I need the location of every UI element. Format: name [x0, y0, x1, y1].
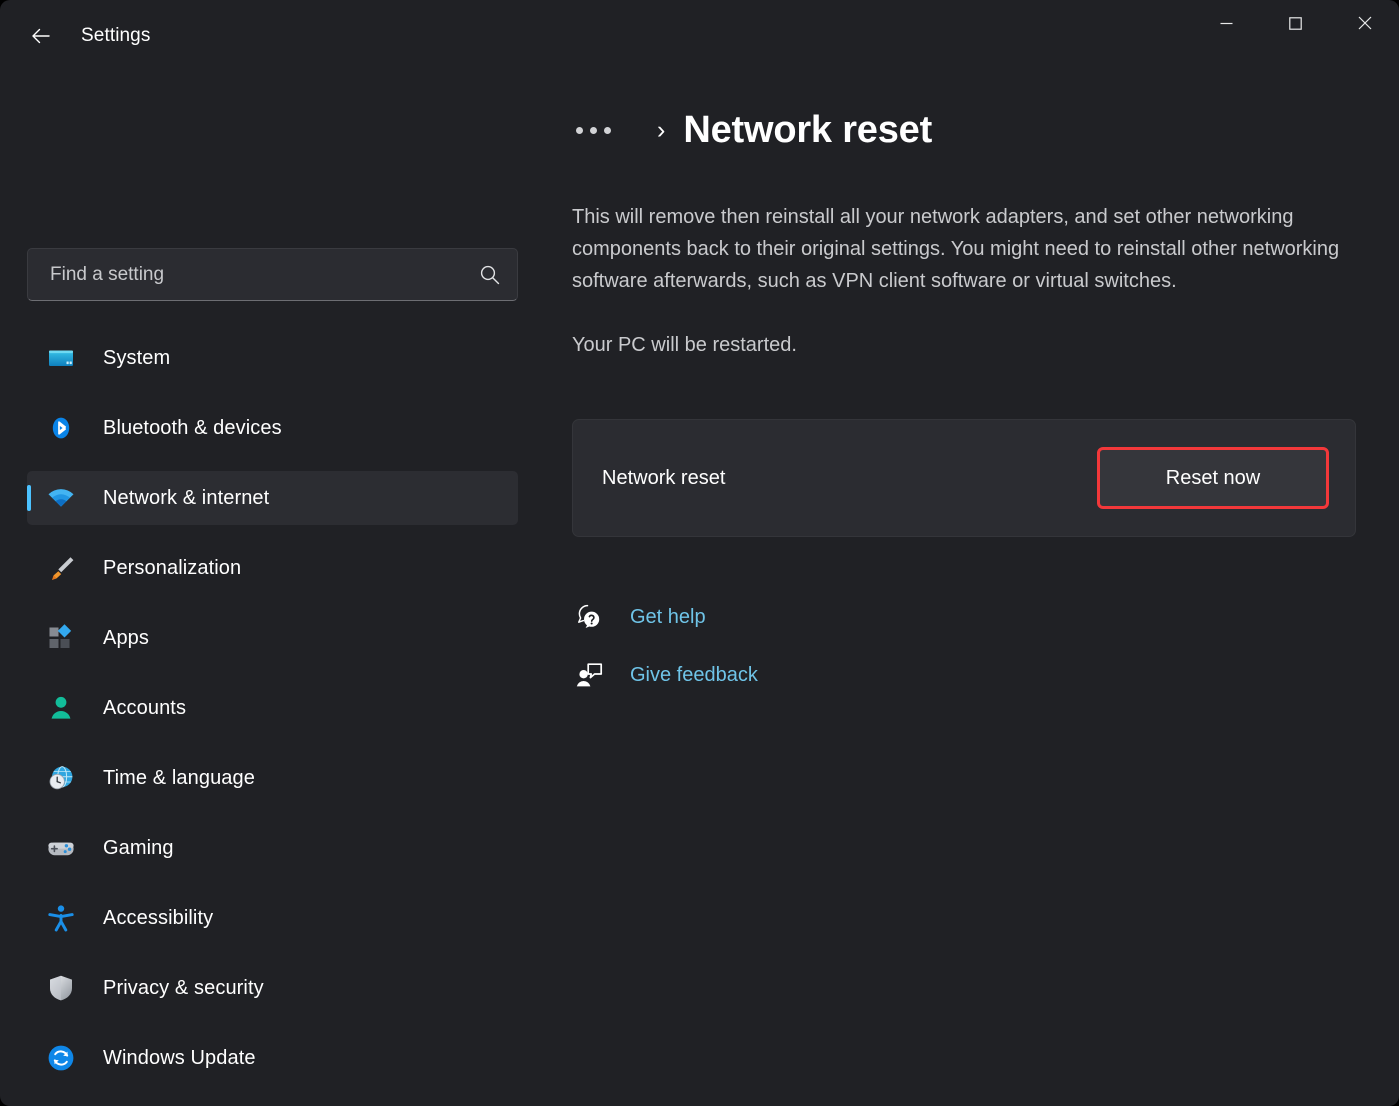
breadcrumb-overflow-button[interactable] [572, 121, 615, 140]
sidebar-item-label: Gaming [103, 836, 174, 859]
search-icon[interactable] [479, 264, 501, 286]
reset-now-button[interactable]: Reset now [1097, 447, 1329, 509]
window-controls [1192, 0, 1399, 46]
app-title: Settings [81, 25, 151, 46]
restart-note: Your PC will be restarted. [572, 334, 797, 356]
minimize-icon [1220, 22, 1233, 24]
bluetooth-icon [45, 412, 77, 444]
sidebar-item-label: Windows Update [103, 1046, 256, 1069]
chevron-right-icon: › [657, 115, 666, 144]
sidebar-nav: System Bluetooth & devices Network & int… [0, 331, 545, 1085]
give-feedback-label: Give feedback [630, 663, 758, 686]
sidebar-item-windows-update[interactable]: Windows Update [27, 1031, 518, 1085]
arrow-left-icon [32, 28, 50, 44]
back-button[interactable] [19, 14, 63, 58]
accessibility-icon [45, 902, 77, 934]
sidebar-item-label: Accounts [103, 696, 187, 719]
sidebar-item-personalization[interactable]: Personalization [27, 541, 518, 595]
clock-globe-icon [45, 762, 77, 794]
breadcrumb: › Network reset [572, 102, 1355, 158]
search-box[interactable] [27, 248, 518, 301]
sidebar-item-label: Network & internet [103, 486, 270, 509]
sidebar-item-accessibility[interactable]: Accessibility [27, 891, 518, 945]
sidebar-item-accounts[interactable]: Accounts [27, 681, 518, 735]
network-reset-card: Network reset Reset now [572, 419, 1356, 537]
maximize-icon [1289, 16, 1302, 30]
shield-icon [45, 972, 77, 1004]
monitor-icon [45, 342, 77, 374]
title-bar: Settings [0, 0, 1399, 72]
main-content: › Network reset This will remove then re… [545, 72, 1399, 1106]
sidebar-item-system[interactable]: System [27, 331, 518, 385]
ellipsis-dot [590, 126, 597, 134]
sidebar-item-label: Privacy & security [103, 976, 264, 999]
close-icon [1358, 16, 1371, 30]
maximize-button[interactable] [1261, 0, 1330, 46]
page-title: Network reset [683, 108, 933, 151]
help-bubble-icon [572, 600, 606, 634]
update-icon [45, 1042, 77, 1074]
get-help-label: Get help [630, 605, 706, 628]
ellipsis-dot [576, 126, 583, 134]
sidebar-item-apps[interactable]: Apps [27, 611, 518, 665]
sidebar-item-label: Apps [103, 626, 149, 649]
help-links: Get help Give feedback [572, 594, 1355, 698]
sidebar-item-label: Bluetooth & devices [103, 416, 282, 439]
give-feedback-link[interactable]: Give feedback [572, 652, 758, 698]
sidebar-item-label: Time & language [103, 766, 255, 789]
person-icon [45, 692, 77, 724]
sidebar-item-label: Accessibility [103, 906, 214, 929]
page-description: This will remove then reinstall all your… [572, 206, 1340, 292]
sidebar: System Bluetooth & devices [0, 72, 545, 1106]
get-help-link[interactable]: Get help [572, 594, 706, 640]
sidebar-item-time-language[interactable]: Time & language [27, 751, 518, 805]
sidebar-item-label: System [103, 346, 171, 369]
sidebar-item-gaming[interactable]: Gaming [27, 821, 518, 875]
sidebar-item-privacy-security[interactable]: Privacy & security [27, 961, 518, 1015]
close-button[interactable] [1330, 0, 1399, 46]
apps-icon [45, 622, 77, 654]
sidebar-item-bluetooth-devices[interactable]: Bluetooth & devices [27, 401, 518, 455]
gamepad-icon [45, 832, 77, 864]
paintbrush-icon [45, 552, 77, 584]
ellipsis-dot [604, 126, 611, 134]
sidebar-item-network-internet[interactable]: Network & internet [27, 471, 518, 525]
settings-window: Settings Find a setting System Bluetooth… [0, 0, 1399, 1106]
sidebar-item-label: Personalization [103, 556, 242, 579]
network-reset-label: Network reset [602, 466, 726, 489]
minimize-button[interactable] [1192, 0, 1261, 46]
search-input[interactable] [50, 263, 479, 286]
feedback-person-icon [572, 658, 606, 692]
search-container [27, 248, 518, 301]
wifi-icon [45, 482, 77, 514]
